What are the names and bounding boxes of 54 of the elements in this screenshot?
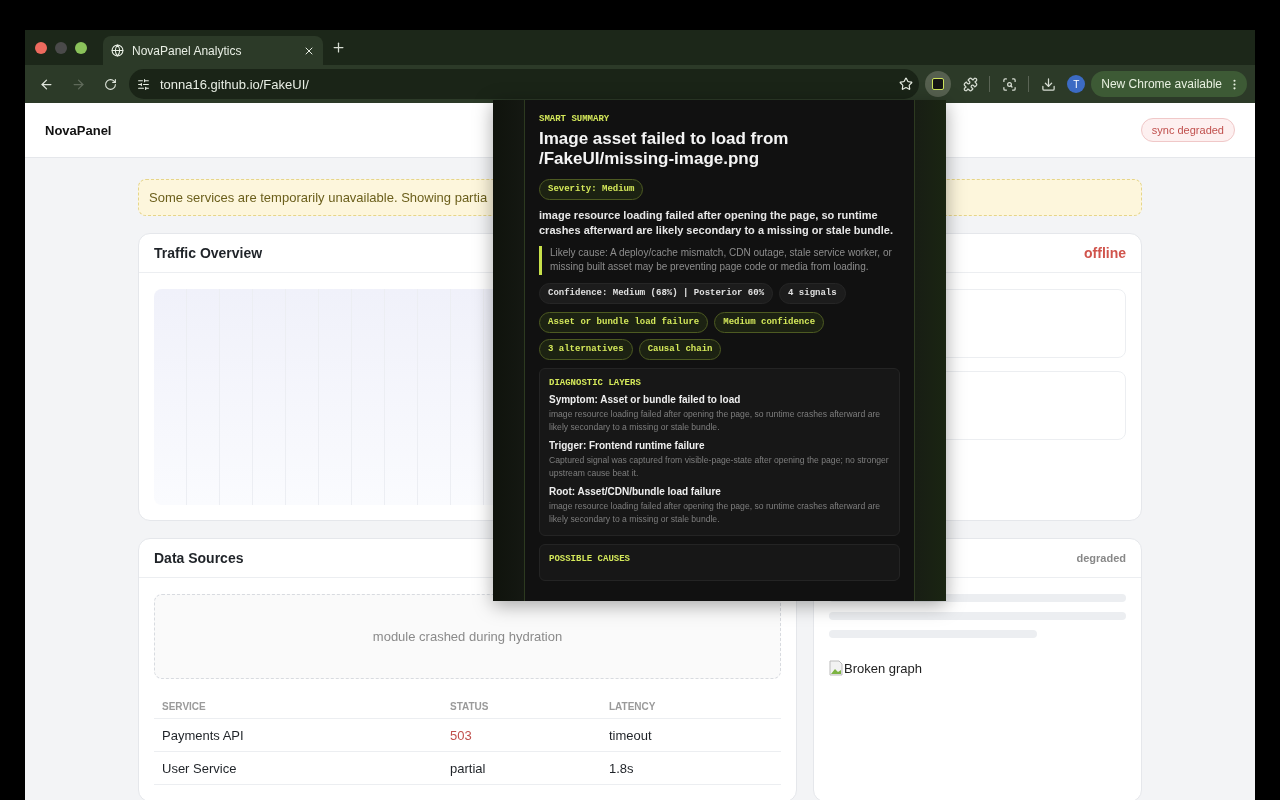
close-window-icon[interactable] [35, 41, 47, 54]
globe-icon [111, 44, 124, 57]
error-message: module crashed during hydration [154, 594, 781, 679]
table-cell-text: Payments API [162, 727, 245, 743]
card-title: Data Sources [154, 550, 244, 566]
address-bar[interactable]: tonna16.github.io/FakeUI/ [129, 69, 920, 99]
tag-chip: 3 alternatives [539, 338, 633, 360]
site-info-icon[interactable] [137, 77, 150, 91]
brand-name: NovaPanel [45, 122, 112, 138]
layer-title: Trigger: Frontend runtime failure [549, 439, 706, 451]
bookmark-star-icon[interactable] [899, 77, 914, 91]
likely-cause-quote: Likely cause: A deploy/cache mismatch, CDN outage, stale service worker, or missing built asset may be preventing page code or media from loading. [539, 245, 900, 275]
broken-image-icon [829, 660, 843, 676]
status-label: degraded [1076, 552, 1126, 564]
browser-tab[interactable]: NovaPanel Analytics [103, 36, 323, 65]
extension-button[interactable] [925, 71, 952, 97]
layer-title: Symptom: Asset or bundle failed to load [549, 393, 742, 405]
layer-detail: image resource loading failed after opening the page, so runtime crashes afterward are likely secondary to a missing or stale bundle. [549, 407, 882, 434]
maximize-window-icon[interactable] [75, 41, 87, 54]
status-badge: sync degraded [1140, 118, 1235, 142]
status-label: offline [1084, 245, 1126, 261]
section-label: DIAGNOSTIC LAYERS [549, 377, 642, 388]
download-icon[interactable] [1040, 76, 1056, 92]
section-label: POSSIBLE CAUSES [549, 553, 631, 564]
column-header: STATUS [450, 701, 490, 712]
url-text: tonna16.github.io/FakeUI/ [160, 76, 310, 92]
table-cell-text: User Service [162, 760, 238, 776]
popup-title: Image asset failed to load from /FakeUI/missing-image.png [539, 129, 790, 169]
status-cell-text: partial [450, 760, 487, 776]
tag-chip: Confidence: Medium (68%) | Posterior 60% [539, 282, 774, 304]
tag-chip: 4 signals [779, 282, 846, 304]
image-alt-text: Broken graph [844, 660, 923, 676]
profile-avatar[interactable]: T [1067, 75, 1086, 93]
tag-chip: Asset or bundle load failure [539, 311, 709, 333]
card-title: Traffic Overview [154, 245, 263, 261]
back-icon[interactable] [38, 76, 54, 92]
column-header: LATENCY [609, 701, 657, 712]
layer-detail: Captured signal was captured from visible-page-state after opening the page; no stronger upstream cause beat it. [549, 453, 890, 480]
severity-chip: Severity: Medium [539, 178, 644, 200]
layer-title: Root: Asset/CDN/bundle load failure [549, 485, 722, 497]
table-cell-text: 1.8s [609, 760, 635, 776]
new-tab-icon[interactable] [331, 40, 346, 55]
lens-icon[interactable] [1001, 76, 1017, 92]
puzzle-icon[interactable] [962, 76, 978, 92]
update-button[interactable]: New Chrome available [1091, 71, 1247, 97]
column-header: SERVICE [162, 701, 207, 712]
tag-chip: Causal chain [638, 338, 722, 360]
tag-chip: Medium confidence [714, 311, 825, 333]
section-label: SMART SUMMARY [539, 114, 611, 124]
status-cell-text: 503 [450, 727, 473, 743]
layer-detail: image resource loading failed after opening the page, so runtime crashes afterward are likely secondary to a missing or stale bundle. [549, 499, 882, 526]
tab-title: NovaPanel Analytics [132, 43, 243, 58]
table-cell-text: timeout [609, 727, 653, 743]
reload-icon[interactable] [103, 77, 117, 91]
